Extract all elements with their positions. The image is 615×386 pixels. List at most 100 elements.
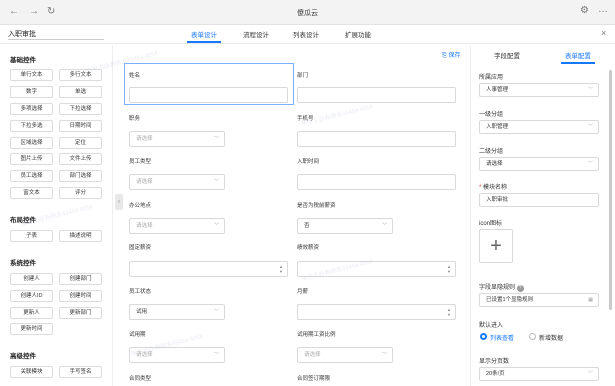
- control-signature[interactable]: 手写签名: [59, 366, 102, 378]
- field-select-employee-type[interactable]: 请选择 ﹀: [129, 174, 225, 190]
- tab-form-design[interactable]: 表单设计: [191, 29, 217, 39]
- field-input-name[interactable]: [129, 87, 288, 103]
- section-basic-title: 基础控件: [10, 57, 36, 64]
- control-single-choice[interactable]: 单选: [59, 86, 102, 98]
- control-updater[interactable]: 更新人: [10, 307, 53, 319]
- control-location[interactable]: 定位: [59, 137, 102, 149]
- icon-upload-button[interactable]: +: [479, 229, 513, 263]
- control-region[interactable]: 区域选择: [10, 137, 53, 149]
- field-label-probation: 试用期: [129, 332, 146, 338]
- field-label-join-date: 入职时间: [297, 159, 320, 165]
- control-multi-choice[interactable]: 多项选择: [10, 103, 53, 115]
- chevron-down-icon: ﹀: [587, 371, 593, 377]
- field-select-position-value: 请选择: [136, 136, 153, 142]
- field-label-employee-type: 员工类型: [129, 159, 152, 165]
- close-icon[interactable]: ×: [601, 28, 606, 38]
- section-advanced-title: 高级控件: [10, 353, 36, 360]
- field-select-pretax[interactable]: 否 ﹀: [297, 218, 393, 234]
- control-subtable[interactable]: 子表: [10, 230, 53, 242]
- field-number-fixed-salary[interactable]: ▲ ▼: [129, 261, 288, 277]
- control-relation-module[interactable]: 关联模块: [10, 366, 53, 378]
- chevron-down-icon: ﹀: [213, 136, 219, 142]
- chevron-down-icon: ﹀: [213, 179, 219, 185]
- field-select-probation-ratio[interactable]: 请选择 ﹀: [297, 347, 393, 363]
- field-input-join-date[interactable]: [297, 174, 456, 190]
- icon-label: icon图标: [479, 221, 503, 227]
- tab-extensions[interactable]: 扩展功能: [345, 29, 371, 39]
- module-name-input[interactable]: 入职审批: [479, 193, 599, 207]
- stepper-icon[interactable]: ▲ ▼: [447, 307, 451, 317]
- field-select-probation-ratio-value: 请选择: [304, 352, 321, 358]
- field-label-performance-salary: 绩效薪资: [297, 245, 320, 251]
- radio-list-view[interactable]: [480, 333, 487, 340]
- tab-list-design[interactable]: 列表设计: [293, 29, 319, 39]
- collapse-sidebar-button[interactable]: ‹: [115, 194, 123, 210]
- field-label-fixed-salary: 固定薪资: [129, 245, 152, 251]
- control-single-line-text[interactable]: 单行文本: [10, 69, 53, 81]
- control-description[interactable]: 描述说明: [59, 230, 102, 242]
- control-image-upload[interactable]: 图片上传: [10, 153, 53, 165]
- required-mark: *: [479, 185, 482, 191]
- control-created-time[interactable]: 创建时间: [59, 290, 102, 302]
- field-select-office[interactable]: 请选择 ﹀: [129, 218, 225, 234]
- group2-select[interactable]: 请选择 ﹀: [479, 157, 599, 171]
- stepper-icon[interactable]: ▲ ▼: [279, 264, 283, 274]
- control-creator-id[interactable]: 创建人ID: [10, 290, 53, 302]
- chevron-down-icon: ﹀: [213, 352, 219, 358]
- field-input-department[interactable]: [297, 87, 456, 103]
- control-rich-text[interactable]: 富文本: [10, 187, 53, 199]
- radio-add-data[interactable]: [529, 333, 536, 340]
- app-window: ← → ↻ 傻瓜云 ⚙ … 入职审批 表单设计 流程设计 列表设计 扩展功能 ×…: [0, 0, 615, 386]
- field-label-monthly-salary: 月薪: [297, 289, 309, 295]
- hide-rule-label-text: 字段显隐规则: [479, 285, 516, 291]
- tab-flow-design[interactable]: 流程设计: [243, 29, 269, 39]
- control-creator[interactable]: 创建人: [10, 273, 53, 285]
- more-icon[interactable]: …: [598, 4, 608, 15]
- field-label-employee-status: 员工状态: [129, 289, 152, 295]
- chevron-down-icon: ﹀: [381, 223, 387, 229]
- stepper-icon[interactable]: ▲ ▼: [447, 264, 451, 274]
- field-select-employee-status[interactable]: 试用 ﹀: [129, 304, 225, 320]
- field-select-employee-status-value: 试用: [136, 309, 148, 315]
- field-label-office: 办公地点: [129, 203, 152, 209]
- default-entry-label: 默认进入: [479, 323, 504, 329]
- field-input-phone[interactable]: [297, 131, 456, 147]
- control-updater-dept[interactable]: 更新部门: [59, 307, 102, 319]
- control-dropdown-multi[interactable]: 下拉多选: [10, 120, 53, 132]
- control-employee[interactable]: 员工选择: [10, 170, 53, 182]
- help-icon[interactable]: ?: [516, 285, 524, 292]
- field-select-office-value: 请选择: [136, 223, 153, 229]
- control-creator-dept[interactable]: 创建部门: [59, 273, 102, 285]
- field-label-probation-ratio: 试用期工资比例: [297, 332, 336, 338]
- field-select-pretax-value: 否: [304, 223, 310, 229]
- app-select[interactable]: 人事管理 ﹀: [479, 83, 599, 97]
- module-name-label: * 模块名称: [479, 182, 507, 191]
- tab-form-config[interactable]: 表单配置: [565, 50, 591, 60]
- app-label: 所属应用: [479, 75, 504, 81]
- gear-icon[interactable]: ⚙: [580, 5, 589, 16]
- control-updated-time[interactable]: 更新时间: [10, 323, 53, 335]
- form-name[interactable]: 入职审批: [8, 29, 36, 39]
- page-size-select[interactable]: 20条/页 ﹀: [479, 367, 599, 381]
- designer-header: 入职审批 表单设计 流程设计 列表设计 扩展功能 ×: [0, 25, 615, 44]
- settings-icon[interactable]: ▦: [588, 294, 593, 306]
- config-panel-scrollbar[interactable]: [609, 70, 612, 310]
- hide-rule-value: 已设置1个显隐规则: [486, 297, 534, 303]
- radio-add-data-label: 新增数据: [539, 336, 564, 342]
- tab-field-config[interactable]: 字段配置: [494, 50, 520, 60]
- control-file-upload[interactable]: 文件上传: [59, 153, 102, 165]
- control-dropdown[interactable]: 下拉选择: [59, 103, 102, 115]
- save-button[interactable]: ⎘ 保存: [442, 50, 460, 60]
- hide-rule-input[interactable]: 已设置1个显隐规则 ▦: [479, 293, 599, 307]
- title-bar: ← → ↻ 傻瓜云 ⚙ …: [0, 0, 615, 25]
- chevron-down-icon: ﹀: [213, 309, 219, 315]
- field-number-monthly-salary[interactable]: ▲ ▼: [297, 304, 456, 320]
- control-datetime[interactable]: 日期时间: [59, 120, 102, 132]
- control-department[interactable]: 部门选择: [59, 170, 102, 182]
- module-name-label-text: 模块名称: [483, 185, 508, 191]
- group1-select[interactable]: 入职管理 ﹀: [479, 120, 599, 134]
- chevron-down-icon: ﹀: [587, 161, 593, 167]
- control-number[interactable]: 数字: [10, 86, 53, 98]
- field-select-position[interactable]: 请选择 ﹀: [129, 131, 225, 147]
- control-rating[interactable]: 评分: [59, 187, 102, 199]
